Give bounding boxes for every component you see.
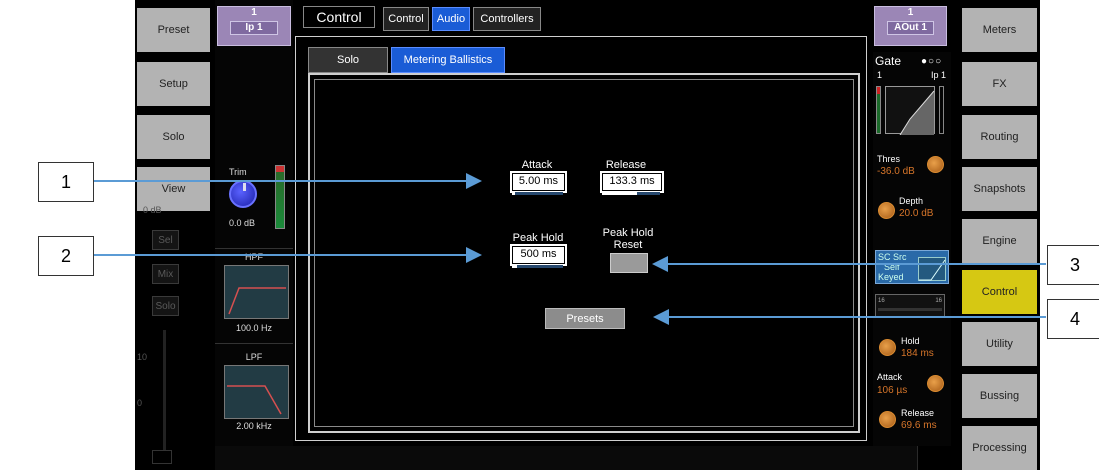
callout-3: 3: [1047, 245, 1099, 285]
callout-1: 1: [38, 162, 94, 202]
annotation-arrows: [93, 173, 1046, 325]
callout-2: 2: [38, 236, 94, 276]
callout-4: 4: [1047, 299, 1099, 339]
